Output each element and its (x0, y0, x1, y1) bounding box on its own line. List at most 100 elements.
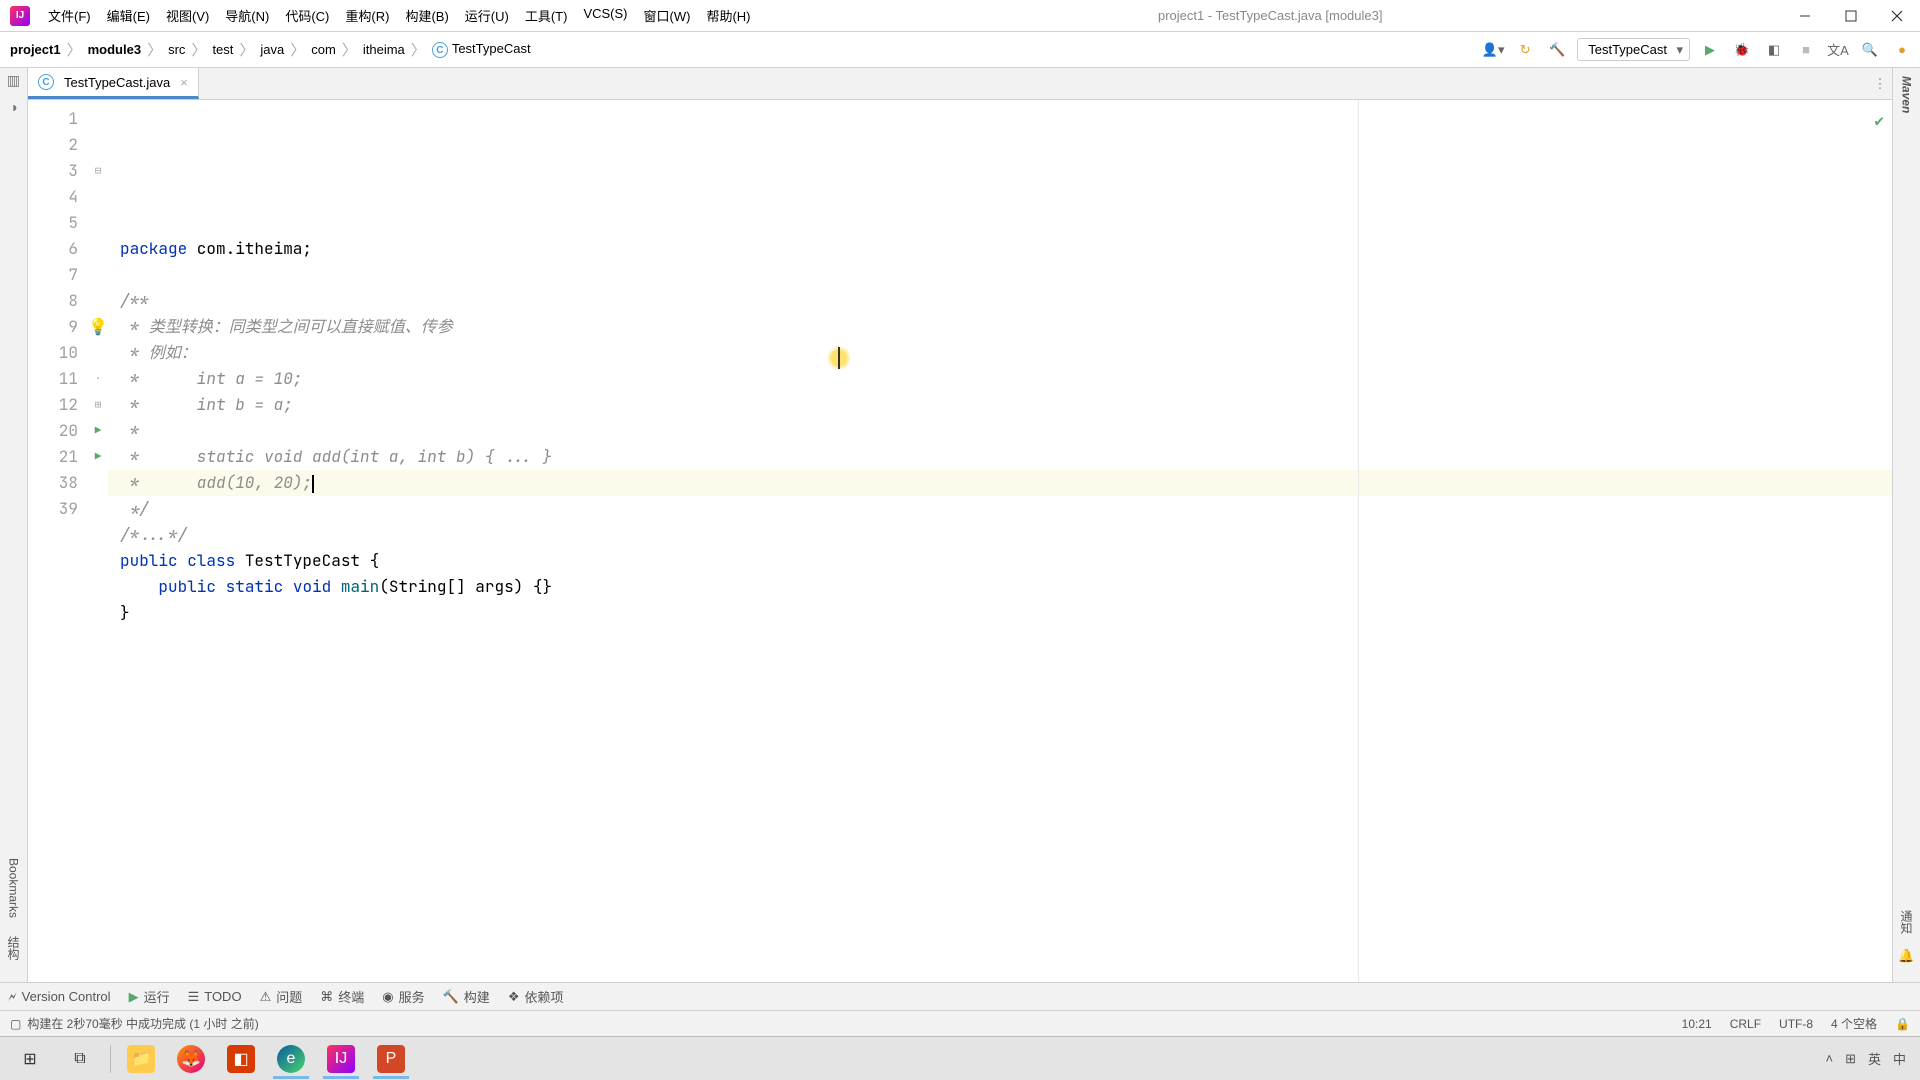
run-gutter-icon[interactable]: ▶ (88, 418, 108, 444)
search-icon[interactable]: 🔍 (1858, 38, 1882, 62)
gutter-column[interactable]: ⊟ 💡 ·⊞▶▶ (88, 100, 108, 982)
window-controls (1782, 0, 1920, 32)
intellij-taskbar[interactable]: IJ (317, 1039, 365, 1079)
tray-grid-icon[interactable]: ⊞ (1845, 1051, 1856, 1067)
editor-tabs: C TestTypeCast.java × ⋮ (28, 68, 1892, 100)
todo-tool-button[interactable]: ☰TODO (188, 989, 242, 1005)
commit-tool-icon[interactable]: ◑ (9, 99, 17, 115)
coverage-icon[interactable]: ◧ (1762, 38, 1786, 62)
services-icon: ◉ (382, 989, 393, 1005)
minimize-button[interactable] (1782, 0, 1828, 32)
task-view-button[interactable]: ⧉ (56, 1039, 104, 1079)
tabs-menu-icon[interactable]: ⋮ (1868, 68, 1892, 99)
hammer-icon[interactable]: 🔨 (1545, 38, 1569, 62)
fold-icon[interactable]: ⊟ (88, 158, 108, 184)
bottom-tool-row: 🗲Version Control ▶运行 ☰TODO ⚠问题 ⌘终端 ◉服务 🔨… (0, 982, 1920, 1010)
problems-tool-button[interactable]: ⚠问题 (260, 987, 303, 1006)
sync-icon[interactable]: ↻ (1513, 38, 1537, 62)
menu-code[interactable]: 代码(C) (277, 2, 337, 29)
powerpoint-taskbar[interactable]: P (367, 1039, 415, 1079)
debug-icon[interactable]: 🐞 (1730, 38, 1754, 62)
system-tray: ˄ ⊞ 英 中 (1825, 1049, 1914, 1068)
office-taskbar[interactable]: ◧ (217, 1039, 265, 1079)
bell-icon[interactable]: 🔔 (1898, 948, 1914, 964)
warning-icon: ⚠ (260, 989, 272, 1005)
menu-window[interactable]: 窗口(W) (636, 2, 699, 29)
file-encoding[interactable]: UTF-8 (1779, 1017, 1813, 1031)
explorer-taskbar[interactable]: 📁 (117, 1039, 165, 1079)
menu-run[interactable]: 运行(U) (457, 2, 517, 29)
vc-tool-button[interactable]: 🗲Version Control (8, 989, 111, 1005)
menu-build[interactable]: 构建(B) (397, 2, 456, 29)
terminal-tool-button[interactable]: ⌘终端 (320, 987, 364, 1006)
fold-icon[interactable]: ⊞ (88, 392, 108, 418)
fold-icon[interactable]: · (88, 366, 108, 392)
crumb-project[interactable]: project1 (6, 40, 65, 59)
list-icon: ☰ (188, 989, 200, 1005)
crumb-com[interactable]: com (307, 40, 340, 59)
crumb-java[interactable]: java (256, 40, 288, 59)
tab-label: TestTypeCast.java (64, 75, 170, 90)
class-icon: C (432, 42, 448, 58)
tab-file[interactable]: C TestTypeCast.java × (28, 68, 199, 99)
menu-view[interactable]: 视图(V) (158, 2, 217, 29)
menu-tools[interactable]: 工具(T) (517, 2, 576, 29)
services-tool-button[interactable]: ◉服务 (382, 987, 424, 1006)
line-separator[interactable]: CRLF (1730, 1017, 1761, 1031)
menu-edit[interactable]: 编辑(E) (99, 2, 158, 29)
right-margin-line (1358, 100, 1359, 982)
tab-close-icon[interactable]: × (180, 75, 188, 90)
lock-icon[interactable]: 🔒 (1895, 1017, 1910, 1031)
maven-tool[interactable]: Maven (1900, 72, 1914, 117)
tips-icon[interactable]: ● (1890, 38, 1914, 62)
project-tool-icon[interactable]: ▥ (7, 72, 20, 89)
code-area[interactable]: ✔ package com.itheima; /** * 类型转换：同类型之间可… (108, 100, 1892, 982)
run-tool-button[interactable]: ▶运行 (129, 987, 170, 1006)
bookmarks-tool[interactable]: Bookmarks (7, 854, 21, 922)
code-editor[interactable]: 12345678910111220213839 ⊟ 💡 ·⊞▶▶ ✔ packa… (28, 100, 1892, 982)
menu-help[interactable]: 帮助(H) (698, 2, 758, 29)
menu-file[interactable]: 文件(F) (40, 2, 99, 29)
ime-indicator-2[interactable]: 中 (1893, 1049, 1906, 1068)
editor-wrap: C TestTypeCast.java × ⋮ 1234567891011122… (28, 68, 1892, 982)
window-title: project1 - TestTypeCast.java [module3] (758, 8, 1782, 23)
status-box-icon[interactable]: ▢ (10, 1017, 21, 1031)
crumb-module[interactable]: module3 (84, 40, 145, 59)
tray-chevron-icon[interactable]: ˄ (1825, 1051, 1833, 1066)
structure-tool[interactable]: 结构 (5, 932, 22, 964)
menu-refactor[interactable]: 重构(R) (337, 2, 397, 29)
main-area: ▥ ◑ Bookmarks 结构 C TestTypeCast.java × ⋮… (0, 68, 1920, 982)
build-tool-button[interactable]: 🔨构建 (443, 987, 490, 1006)
run-icon[interactable]: ▶ (1698, 38, 1722, 62)
notifications-tool[interactable]: 通知 (1898, 906, 1915, 938)
menu-vcs[interactable]: VCS(S) (575, 2, 635, 29)
analysis-ok-icon[interactable]: ✔ (1874, 108, 1884, 134)
ime-indicator-1[interactable]: 英 (1868, 1049, 1881, 1068)
indent-info[interactable]: 4 个空格 (1831, 1015, 1877, 1032)
crumb-class[interactable]: CTestTypeCast (428, 39, 535, 61)
deps-tool-button[interactable]: ❖依赖项 (508, 987, 564, 1006)
crumb-test[interactable]: test (208, 40, 237, 59)
maximize-button[interactable] (1828, 0, 1874, 32)
start-button[interactable]: ⊞ (6, 1039, 54, 1079)
titlebar: IJ 文件(F) 编辑(E) 视图(V) 导航(N) 代码(C) 重构(R) 构… (0, 0, 1920, 32)
translate-icon[interactable]: 文A (1826, 38, 1850, 62)
terminal-icon: ⌘ (320, 989, 333, 1005)
close-button[interactable] (1874, 0, 1920, 32)
stop-icon[interactable]: ■ (1794, 38, 1818, 62)
crumb-src[interactable]: src (164, 40, 189, 59)
caret-position[interactable]: 10:21 (1682, 1017, 1712, 1031)
firefox-taskbar[interactable]: 🦊 (167, 1039, 215, 1079)
app-icon: IJ (10, 6, 30, 26)
class-icon: C (38, 74, 54, 90)
play-icon: ▶ (129, 989, 139, 1005)
edge-taskbar[interactable]: e (267, 1039, 315, 1079)
status-message: 构建在 2秒70毫秒 中成功完成 (1 小时 之前) (27, 1015, 258, 1032)
user-icon[interactable]: 👤▾ (1481, 38, 1505, 62)
crumb-itheima[interactable]: itheima (359, 40, 409, 59)
status-bar: ▢ 构建在 2秒70毫秒 中成功完成 (1 小时 之前) 10:21 CRLF … (0, 1010, 1920, 1036)
run-config-select[interactable]: TestTypeCast (1577, 38, 1690, 61)
menu-nav[interactable]: 导航(N) (217, 2, 277, 29)
run-gutter-icon[interactable]: ▶ (88, 444, 108, 470)
bulb-icon[interactable]: 💡 (88, 314, 108, 340)
